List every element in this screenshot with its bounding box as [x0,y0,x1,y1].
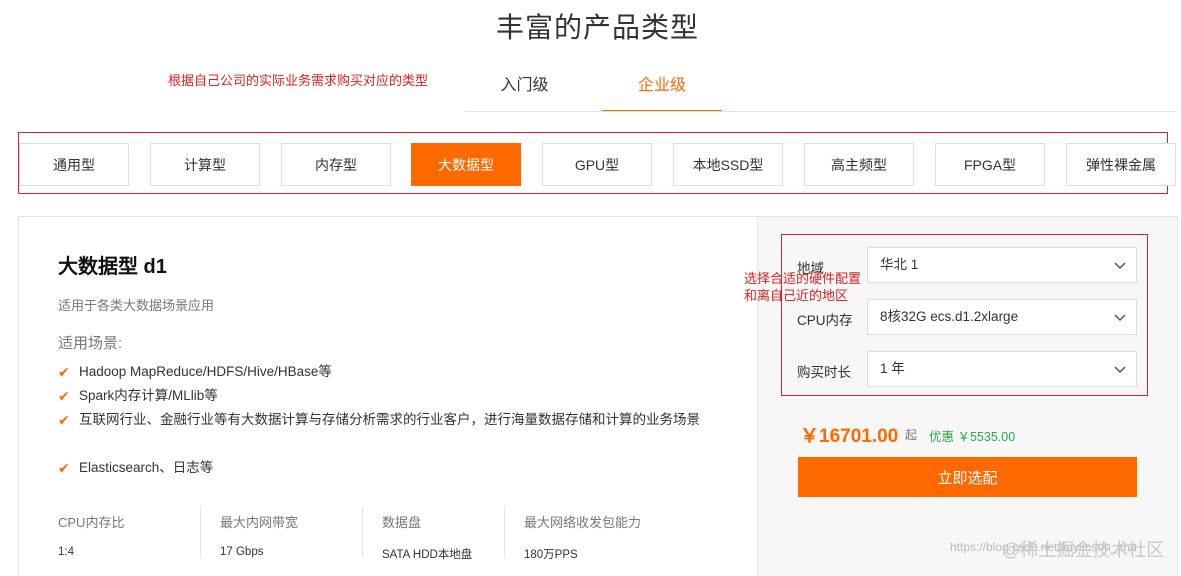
scenario-item: ✔ 互联网行业、金融行业等有大数据计算与存储分析需求的行业客户，进行海量数据存储… [58,408,718,432]
spec-value-bandwidth: 17 Gbps [220,546,264,558]
spec-divider [362,506,363,558]
scenario-item: ✔ Hadoop MapReduce/HDFS/Hive/HBase等 [58,360,718,384]
price: ￥16701.00 [800,426,899,447]
scenario-text: Elasticsearch、日志等 [79,460,214,475]
discount-label: 优惠 ￥5535.00 [929,430,1016,444]
annotation-config-line1: 选择合适的硬件配置 [744,271,862,286]
annotation-top: 根据自己公司的实际业务需求购买对应的类型 [168,73,429,88]
tab-enterprise-level[interactable]: 企业级 [602,66,722,112]
region-value: 华北 1 [880,257,919,272]
price-unit: 起 [905,428,918,442]
check-icon: ✔ [58,460,70,476]
duration-select[interactable]: 1 年 [867,351,1137,387]
scenario-item: ✔ Spark内存计算/MLlib等 [58,384,718,408]
scenario-item: ✔ Elasticsearch、日志等 [58,456,718,480]
page-title: 丰富的产品类型 [495,12,699,43]
type-button-bare-metal[interactable]: 弹性裸金属 [1066,143,1176,186]
buy-button[interactable]: 立即选配 [798,457,1137,497]
duration-label: 购买时长 [797,365,851,380]
spec-label-bandwidth: 最大内网带宽 [220,515,299,530]
product-name: 大数据型 d1 [58,256,167,278]
type-button-bigdata[interactable]: 大数据型 [411,143,521,186]
type-button-memory[interactable]: 内存型 [281,143,391,186]
spec-divider [200,506,201,558]
tab-entry-level[interactable]: 入门级 [472,66,577,112]
type-button-compute[interactable]: 计算型 [150,143,260,186]
check-icon: ✔ [58,388,70,404]
product-description: 适用于各类大数据场景应用 [58,298,215,313]
type-button-local-ssd[interactable]: 本地SSD型 [673,143,783,186]
cpu-memory-value: 8核32G ecs.d1.2xlarge [880,309,1019,324]
spec-label-pps: 最大网络收发包能力 [524,515,642,530]
scenario-text: 互联网行业、金融行业等有大数据计算与存储分析需求的行业客户，进行海量数据存储和计… [79,412,700,427]
tabs-divider [465,111,1177,112]
spec-value-cpu-memory-ratio: 1:4 [58,546,74,558]
spec-label-data-disk: 数据盘 [382,515,422,530]
annotation-config-line2: 和离自己近的地区 [744,288,849,303]
chevron-down-icon [1114,262,1126,270]
region-select[interactable]: 华北 1 [867,247,1137,283]
type-button-high-frequency[interactable]: 高主频型 [804,143,914,186]
spec-divider [504,506,505,558]
check-icon: ✔ [58,364,70,380]
cpu-memory-label: CPU内存 [797,313,853,328]
chevron-down-icon [1114,314,1126,322]
level-tabs: 入门级 企业级 [472,66,722,112]
spec-label-cpu-memory-ratio: CPU内存比 [58,515,125,530]
cpu-memory-select[interactable]: 8核32G ecs.d1.2xlarge [867,299,1137,335]
watermark-brand: @稀土掘金技术社区 [1002,540,1165,560]
scenario-text: Spark内存计算/MLlib等 [79,388,218,403]
scenario-text: Hadoop MapReduce/HDFS/Hive/HBase等 [79,364,332,379]
scenarios-title: 适用场景: [58,335,123,352]
spec-value-data-disk: SATA HDD本地盘 [382,549,473,561]
annotation-config: 选择合适的硬件配置 和离自己近的地区 [744,270,861,304]
spec-value-pps: 180万PPS [524,549,578,561]
check-icon: ✔ [58,412,70,428]
chevron-down-icon [1114,366,1126,374]
type-button-general[interactable]: 通用型 [19,143,129,186]
duration-value: 1 年 [880,361,905,376]
type-button-fpga[interactable]: FPGA型 [935,143,1045,186]
type-button-gpu[interactable]: GPU型 [542,143,652,186]
